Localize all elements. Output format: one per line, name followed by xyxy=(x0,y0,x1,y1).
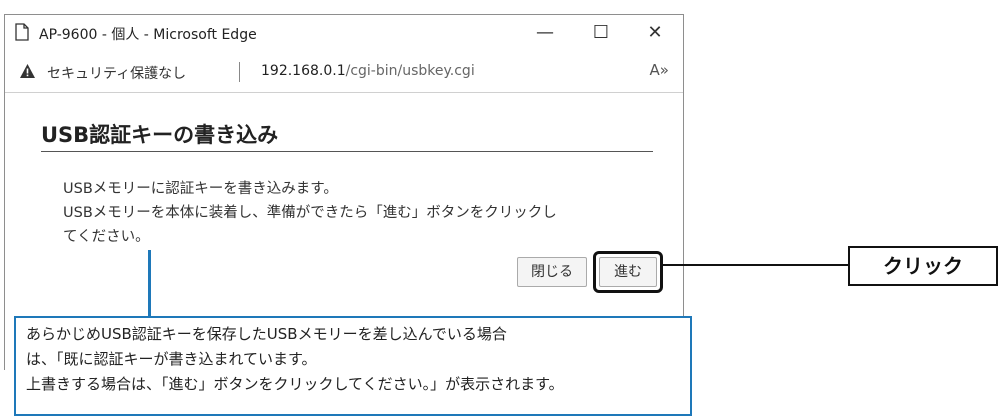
address-divider xyxy=(239,62,240,82)
url-path: /cgi-bin/usbkey.cgi xyxy=(345,63,475,79)
window-title: AP-9600 - 個人 - Microsoft Edge xyxy=(39,27,257,43)
next-button[interactable]: 進む xyxy=(599,257,657,287)
message-line-2: USBメモリーを本体に装着し、準備ができたら「進む」ボタンをクリックし xyxy=(63,205,557,221)
url-text[interactable]: 192.168.0.1/cgi-bin/usbkey.cgi xyxy=(261,63,475,79)
page-title: USB認証キーの書き込み xyxy=(41,123,279,147)
click-callout: クリック xyxy=(848,246,998,286)
minimize-button[interactable]: — xyxy=(525,19,565,47)
warning-icon[interactable] xyxy=(19,63,36,79)
note-line-1: あらかじめUSB認証キーを保存したUSBメモリーを差し込んでいる場合 xyxy=(26,325,507,343)
page-icon xyxy=(15,23,29,41)
title-bar: AP-9600 - 個人 - Microsoft Edge — ☐ ✕ xyxy=(5,15,683,51)
note-line-3: 上書きする場合は、「進む」ボタンをクリックしてください。」が表示されます。 xyxy=(26,375,564,393)
note-line-2: は、「既に認証キーが書き込まれています。 xyxy=(26,350,317,368)
note-pointer-line xyxy=(148,250,151,318)
message-line-3: てください。 xyxy=(63,229,150,245)
callout-connector xyxy=(662,264,850,266)
message-line-1: USBメモリーに認証キーを書き込みます。 xyxy=(63,181,338,197)
close-window-button[interactable]: ✕ xyxy=(635,19,675,47)
note-box: あらかじめUSB認証キーを保存したUSBメモリーを差し込んでいる場合 は、「既に… xyxy=(14,316,692,416)
read-aloud-icon[interactable]: A» xyxy=(650,61,669,79)
address-bar[interactable]: セキュリティ保護なし 192.168.0.1/cgi-bin/usbkey.cg… xyxy=(5,51,683,93)
title-divider xyxy=(41,151,653,152)
maximize-button[interactable]: ☐ xyxy=(581,19,621,47)
close-button[interactable]: 閉じる xyxy=(517,257,587,287)
security-status[interactable]: セキュリティ保護なし xyxy=(47,63,186,83)
url-host: 192.168.0.1 xyxy=(261,63,346,79)
